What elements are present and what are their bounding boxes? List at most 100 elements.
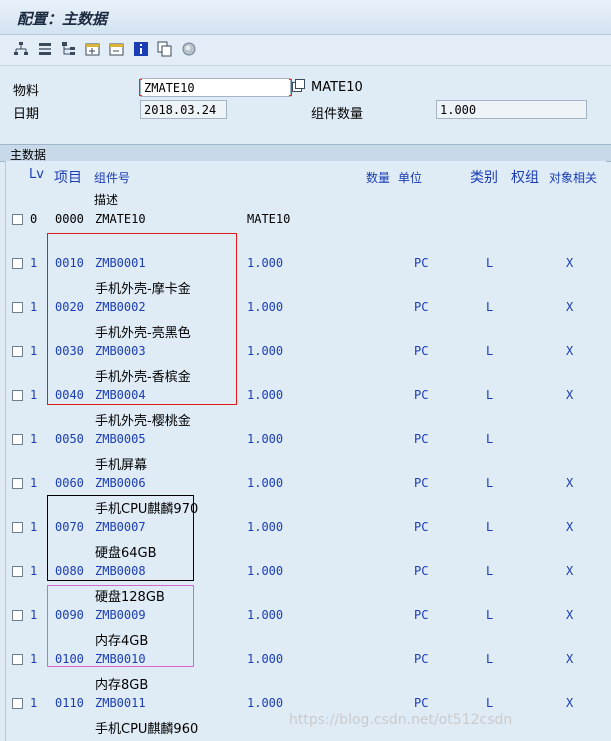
status-icon[interactable] <box>181 41 197 57</box>
row-quantity: 1.000 <box>247 696 284 710</box>
col-qty: 数量 <box>366 171 391 185</box>
row-object-dependency[interactable]: X <box>566 608 573 622</box>
row-checkbox[interactable] <box>12 522 23 533</box>
col-category: 类别 <box>470 170 498 186</box>
row-quantity: 1.000 <box>247 344 284 358</box>
row-quantity: 1.000 <box>247 432 284 446</box>
row-component[interactable]: ZMB0005 <box>95 432 146 446</box>
copy-icon[interactable] <box>157 41 173 57</box>
row-object-dependency[interactable]: X <box>566 256 573 270</box>
row-unit: PC <box>414 696 429 710</box>
row-checkbox[interactable] <box>12 434 23 445</box>
explode-icon[interactable] <box>37 41 53 57</box>
row-quantity: 1.000 <box>247 608 284 622</box>
row-item[interactable]: 0110 <box>55 696 84 710</box>
row-checkbox[interactable] <box>12 566 23 577</box>
row-item[interactable]: 0000 <box>55 212 84 226</box>
title-bar: 配置：主数据 <box>0 0 611 35</box>
row-quantity: 1.000 <box>247 388 284 402</box>
row-quantity: 1.000 <box>247 256 284 270</box>
collapse-icon[interactable] <box>109 41 125 57</box>
row-object-dependency[interactable]: X <box>566 300 573 314</box>
row-unit: PC <box>414 432 429 446</box>
row-description: 内存8GB <box>95 678 149 693</box>
row-category: L <box>486 300 494 314</box>
highlight-black-box <box>47 495 194 581</box>
row-checkbox[interactable] <box>12 346 23 357</box>
page-title: 配置：主数据 <box>17 10 108 28</box>
col-component: 组件号 <box>94 171 131 185</box>
row-quantity: 1.000 <box>247 300 284 314</box>
row-level: 1 <box>30 344 38 358</box>
col-lv: Lv <box>29 167 44 182</box>
row-object-dependency[interactable]: X <box>566 696 573 710</box>
date-label: 日期 <box>13 107 40 122</box>
row-object-dependency[interactable]: X <box>566 652 573 666</box>
row-unit: PC <box>414 520 429 534</box>
row-component[interactable]: ZMB0006 <box>95 476 146 490</box>
row-level: 1 <box>30 652 38 666</box>
row-quantity: 1.000 <box>247 564 284 578</box>
row-component[interactable]: ZMATE10 <box>95 212 146 226</box>
material-label: 物料 <box>13 84 40 99</box>
col-item: 项目 <box>54 170 82 186</box>
row-checkbox[interactable] <box>12 478 23 489</box>
row-component[interactable]: ZMB0011 <box>95 696 146 710</box>
info-icon[interactable] <box>133 41 149 57</box>
row-checkbox[interactable] <box>12 698 23 709</box>
date-field: 2018.03.24 <box>140 100 227 119</box>
highlight-red-box <box>47 233 237 405</box>
toolbar <box>0 35 611 66</box>
row-item[interactable]: 0060 <box>55 476 84 490</box>
row-category: L <box>486 344 494 358</box>
row-object-dependency[interactable]: X <box>566 476 573 490</box>
row-unit: PC <box>414 300 429 314</box>
row-checkbox[interactable] <box>12 654 23 665</box>
row-unit: PC <box>414 344 429 358</box>
row-checkbox[interactable] <box>12 610 23 621</box>
structure-icon[interactable] <box>13 41 29 57</box>
col-group: 权组 <box>511 170 539 186</box>
col-object-dependency: 对象相关 <box>549 171 598 185</box>
tab-master-data[interactable]: 主数据 <box>0 144 611 162</box>
row-level: 1 <box>30 388 38 402</box>
hierarchy-icon[interactable] <box>61 41 77 57</box>
row-category: L <box>486 652 494 666</box>
row-category: L <box>486 476 494 490</box>
row-unit: PC <box>414 388 429 402</box>
row-unit: PC <box>414 652 429 666</box>
quantity-field: 1.000 <box>436 100 587 119</box>
row-level: 1 <box>30 696 38 710</box>
row-checkbox[interactable] <box>12 302 23 313</box>
row-unit: PC <box>414 608 429 622</box>
row-level: 1 <box>30 256 38 270</box>
expand-icon[interactable] <box>85 41 101 57</box>
row-item[interactable]: 0050 <box>55 432 84 446</box>
highlight-magenta-box <box>47 585 194 667</box>
row-object-dependency[interactable]: X <box>566 520 573 534</box>
row-description: 手机屏幕 <box>95 458 148 473</box>
row-level: 1 <box>30 608 38 622</box>
row-level: 1 <box>30 432 38 446</box>
row-object-dependency[interactable]: X <box>566 564 573 578</box>
row-object-dependency[interactable]: X <box>566 344 573 358</box>
row-checkbox[interactable] <box>12 258 23 269</box>
material-field[interactable]: ZMATE10 <box>139 78 292 97</box>
match-help-icon[interactable] <box>292 79 306 93</box>
row-unit: PC <box>414 256 429 270</box>
row-category: L <box>486 432 494 446</box>
row-unit: PC <box>414 564 429 578</box>
row-description: 手机外壳-樱桃金 <box>95 414 191 429</box>
row-checkbox[interactable] <box>12 390 23 401</box>
row-level: 1 <box>30 564 38 578</box>
row-checkbox[interactable] <box>12 214 23 225</box>
header-area: 物料 ZMATE10 MATE10 日期 2018.03.24 组件数量 1.0… <box>0 66 611 142</box>
row-quantity: MATE10 <box>247 212 291 226</box>
row-level: 1 <box>30 520 38 534</box>
row-category: L <box>486 256 494 270</box>
row-quantity: 1.000 <box>247 520 284 534</box>
col-unit: 单位 <box>398 171 423 185</box>
row-object-dependency[interactable]: X <box>566 388 573 402</box>
watermark: https://blog.csdn.net/ot512csdn <box>289 712 513 728</box>
row-category: L <box>486 564 494 578</box>
